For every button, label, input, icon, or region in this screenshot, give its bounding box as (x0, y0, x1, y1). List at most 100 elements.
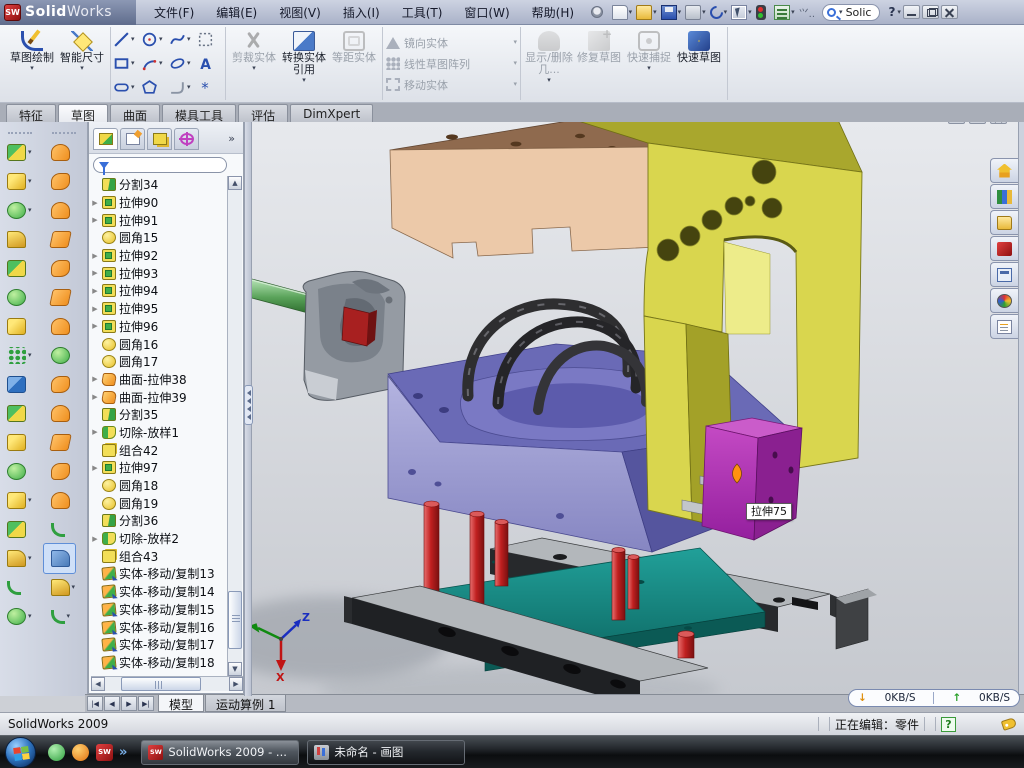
move-entities-button[interactable]: 移动实体▾ (386, 75, 517, 94)
tree-item[interactable]: ▶ 实体-移动/复制13 (91, 565, 229, 583)
surfaces-toolbar-button[interactable]: ▾ (44, 341, 76, 370)
options-icon[interactable]: ▾ (773, 4, 796, 21)
toolbox-tab[interactable] (990, 236, 1018, 261)
features-toolbar-button[interactable]: ▾ (0, 370, 32, 399)
menu-item[interactable]: 工具(T) (392, 1, 453, 24)
tree-item[interactable]: ▶ 拉伸92 (91, 247, 229, 265)
expand-arrow[interactable]: ▶ (91, 216, 99, 224)
tree-item[interactable]: ▶ 拉伸97 (91, 459, 229, 477)
tree-item[interactable]: ▶ 拉伸96 (91, 318, 229, 336)
features-toolbar-button[interactable]: ▾ (0, 399, 32, 428)
surfaces-toolbar-button[interactable]: ▾ (44, 515, 76, 544)
propertymanager-tab[interactable] (120, 128, 145, 150)
design-library-tab[interactable] (990, 184, 1018, 209)
spline-tool[interactable]: ▾ (169, 28, 195, 52)
dimxpertmanager-tab[interactable] (174, 128, 199, 150)
select-icon[interactable]: ▾ (730, 4, 753, 21)
tree-item[interactable]: ▶ 圆角17 (91, 353, 229, 371)
features-toolbar-button[interactable]: ▾ (0, 602, 32, 631)
start-button[interactable] (5, 737, 36, 768)
quick-snaps-button[interactable]: 快速捕捉▾ (624, 27, 674, 100)
features-toolbar-button[interactable]: ▾ (0, 283, 32, 312)
undo-icon[interactable]: ▾ (709, 5, 729, 20)
arc-tool[interactable]: ▾ (141, 52, 167, 76)
tree-item[interactable]: ▶ 拉伸94 (91, 282, 229, 300)
app-restore-button[interactable] (922, 5, 939, 19)
offset-entities-button[interactable]: 等距实体 (329, 27, 379, 100)
tree-horizontal-scrollbar[interactable]: ◀ ▶ (91, 676, 243, 691)
app-close-button[interactable] (941, 5, 958, 19)
tree-item[interactable]: ▶ 实体-移动/复制14 (91, 583, 229, 601)
pin-icon[interactable]: ▾ (590, 5, 609, 19)
model-tab[interactable]: 模型 (158, 695, 204, 712)
solidworks-resources-tab[interactable] (990, 158, 1018, 183)
tree-item[interactable]: ▶ 曲面-拉伸39 (91, 388, 229, 406)
features-toolbar-button[interactable]: ▾ (0, 573, 32, 602)
command-tab[interactable]: 特征 (6, 104, 56, 122)
quick-tips-icon[interactable]: ? (941, 717, 956, 732)
sketch-fillet-tool[interactable]: ▾ (169, 76, 195, 100)
tree-item[interactable]: ▶ 分割35 (91, 406, 229, 424)
selection-box-tool[interactable] (197, 28, 223, 52)
expand-arrow[interactable]: ▶ (91, 252, 99, 260)
command-tab[interactable]: 曲面 (110, 104, 160, 122)
menu-item[interactable]: 窗口(W) (454, 1, 519, 24)
surfaces-toolbar-button[interactable]: ▾ (44, 428, 76, 457)
surfaces-toolbar-button[interactable]: ▾ (44, 573, 76, 602)
motion-study-tab[interactable]: 运动算例 1 (205, 695, 286, 712)
tree-item[interactable]: ▶ 拉伸95 (91, 300, 229, 318)
file-explorer-tab[interactable] (990, 210, 1018, 235)
task-window-button[interactable]: 未命名 - 画图 (307, 740, 465, 765)
tab-nav-button[interactable]: ▶| (138, 696, 154, 711)
appearances-tab[interactable] (990, 288, 1018, 313)
solidworks-launcher-icon[interactable]: SW (96, 744, 113, 761)
tree-item[interactable]: ▶ 实体-移动/复制16 (91, 618, 229, 636)
features-toolbar-button[interactable]: ▾ (0, 138, 32, 167)
tab-nav-button[interactable]: ▶ (121, 696, 137, 711)
tree-item[interactable]: ▶ 实体-移动/复制18 (91, 654, 229, 672)
task-window-button[interactable]: SW SolidWorks 2009 - ... (141, 740, 299, 765)
features-toolbar-button[interactable]: ▾ (0, 167, 32, 196)
surfaces-toolbar-button[interactable]: ▾ (44, 399, 76, 428)
features-toolbar-button[interactable]: ▾ (0, 486, 32, 515)
features-toolbar-button[interactable]: ▾ (0, 428, 32, 457)
polygon-tool[interactable] (141, 76, 167, 100)
scroll-right-button[interactable]: ▶ (229, 677, 243, 691)
surfaces-toolbar-button[interactable]: ▾ (44, 225, 76, 254)
features-toolbar-button[interactable]: ▾ (0, 457, 32, 486)
ellipse-tool[interactable]: ▾ (169, 52, 195, 76)
tree-item[interactable]: ▶ 分割34 (91, 176, 229, 194)
scroll-up-button[interactable]: ▲ (228, 176, 242, 190)
help-caret[interactable]: ▾ (897, 9, 901, 16)
features-toolbar-button[interactable]: ▾ (0, 254, 32, 283)
command-tab[interactable]: 模具工具 (162, 104, 236, 122)
sketch-button[interactable]: 草图绘制▾ (7, 27, 57, 100)
smart-dimension-button[interactable]: 智能尺寸▾ (57, 27, 107, 100)
tree-filter-input[interactable] (93, 157, 227, 173)
part-insert-block[interactable] (702, 418, 802, 540)
tree-item[interactable]: ▶ 拉伸91 (91, 211, 229, 229)
search-options-caret[interactable]: ▾ (839, 9, 843, 16)
featuremanager-tab[interactable] (93, 128, 118, 150)
tree-item[interactable]: ▶ 切除-放样1 (91, 424, 229, 442)
menu-item[interactable]: 插入(I) (333, 1, 390, 24)
tree-item[interactable]: ▶ 拉伸93 (91, 264, 229, 282)
tree-item[interactable]: ▶ 圆角18 (91, 477, 229, 495)
tree-item[interactable]: ▶ 圆角16 (91, 335, 229, 353)
panel-splitter[interactable] (244, 122, 252, 696)
surfaces-toolbar-button[interactable]: ▾ (44, 544, 76, 573)
surfaces-toolbar-button[interactable]: ▾ (44, 457, 76, 486)
surfaces-toolbar-button[interactable]: ▾ (44, 167, 76, 196)
expand-arrow[interactable]: ▶ (91, 464, 99, 472)
display-delete-relations-button[interactable]: 显示/删除几...▾ (524, 27, 574, 100)
tree-item[interactable]: ▶ 圆角15 (91, 229, 229, 247)
expand-arrow[interactable]: ▶ (91, 287, 99, 295)
tree-item[interactable]: ▶ 组合43 (91, 547, 229, 565)
expand-arrow[interactable]: ▶ (91, 393, 99, 401)
expand-arrow[interactable]: ▶ (91, 375, 99, 383)
splitter-handle[interactable] (244, 385, 253, 425)
sketch-text-tool[interactable]: A (197, 52, 223, 76)
point-tool[interactable]: * (197, 76, 223, 100)
tree-item[interactable]: ▶ 曲面-拉伸38 (91, 371, 229, 389)
surfaces-toolbar-button[interactable]: ▾ (44, 312, 76, 341)
